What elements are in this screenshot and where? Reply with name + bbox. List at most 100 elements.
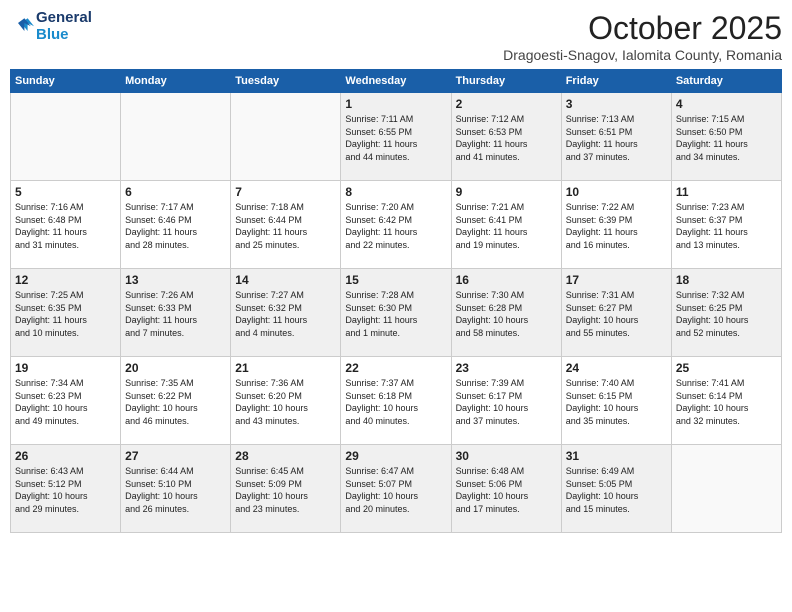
day-info: Sunrise: 7:40 AMSunset: 6:15 PMDaylight:… <box>566 377 667 427</box>
day-number: 25 <box>676 361 777 375</box>
calendar-week-row: 19 Sunrise: 7:34 AMSunset: 6:23 PMDayligh… <box>11 357 782 445</box>
day-info: Sunrise: 7:37 AMSunset: 6:18 PMDaylight:… <box>345 377 446 427</box>
day-info: Sunrise: 7:20 AMSunset: 6:42 PMDaylight:… <box>345 201 446 251</box>
calendar-week-row: 26 Sunrise: 6:43 AMSunset: 5:12 PMDayligh… <box>11 445 782 533</box>
day-number: 2 <box>456 97 557 111</box>
table-row: 25 Sunrise: 7:41 AMSunset: 6:14 PMDayligh… <box>671 357 781 445</box>
day-info: Sunrise: 6:48 AMSunset: 5:06 PMDaylight:… <box>456 465 557 515</box>
table-row: 2Sunrise: 7:12 AMSunset: 6:53 PMDaylight… <box>451 93 561 181</box>
header-wednesday: Wednesday <box>341 70 451 93</box>
day-info: Sunrise: 7:30 AMSunset: 6:28 PMDaylight:… <box>456 289 557 339</box>
day-number: 11 <box>676 185 777 199</box>
table-row: 9 Sunrise: 7:21 AMSunset: 6:41 PMDaylight… <box>451 181 561 269</box>
day-info: Sunrise: 7:21 AMSunset: 6:41 PMDaylight:… <box>456 201 557 251</box>
header-sunday: Sunday <box>11 70 121 93</box>
day-number: 30 <box>456 449 557 463</box>
table-row: 31Sunrise: 6:49 AMSunset: 5:05 PMDayligh… <box>561 445 671 533</box>
day-info: Sunrise: 6:45 AMSunset: 5:09 PMDaylight:… <box>235 465 336 515</box>
table-row: 22 Sunrise: 7:37 AMSunset: 6:18 PMDayligh… <box>341 357 451 445</box>
day-info: Sunrise: 7:15 AMSunset: 6:50 PMDaylight:… <box>676 113 777 163</box>
logo-icon <box>10 15 34 39</box>
day-info: Sunrise: 7:17 AMSunset: 6:46 PMDaylight:… <box>125 201 226 251</box>
table-row: 8 Sunrise: 7:20 AMSunset: 6:42 PMDaylight… <box>341 181 451 269</box>
month-title: October 2025 <box>503 10 782 47</box>
logo-text: General Blue <box>36 10 92 43</box>
day-info: Sunrise: 6:43 AMSunset: 5:12 PMDaylight:… <box>15 465 116 515</box>
day-number: 14 <box>235 273 336 287</box>
day-info: Sunrise: 7:11 AMSunset: 6:55 PMDaylight:… <box>345 113 446 163</box>
table-row <box>671 445 781 533</box>
day-info: Sunrise: 7:41 AMSunset: 6:14 PMDaylight:… <box>676 377 777 427</box>
day-number: 24 <box>566 361 667 375</box>
table-row: 18 Sunrise: 7:32 AMSunset: 6:25 PMDayligh… <box>671 269 781 357</box>
table-row: 10 Sunrise: 7:22 AMSunset: 6:39 PMDayligh… <box>561 181 671 269</box>
subtitle: Dragoesti-Snagov, Ialomita County, Roman… <box>503 47 782 63</box>
day-info: Sunrise: 7:28 AMSunset: 6:30 PMDaylight:… <box>345 289 446 339</box>
day-info: Sunrise: 7:26 AMSunset: 6:33 PMDaylight:… <box>125 289 226 339</box>
day-number: 18 <box>676 273 777 287</box>
table-row: 3Sunrise: 7:13 AMSunset: 6:51 PMDaylight… <box>561 93 671 181</box>
header-saturday: Saturday <box>671 70 781 93</box>
day-number: 26 <box>15 449 116 463</box>
day-info: Sunrise: 7:18 AMSunset: 6:44 PMDaylight:… <box>235 201 336 251</box>
day-info: Sunrise: 6:49 AMSunset: 5:05 PMDaylight:… <box>566 465 667 515</box>
day-number: 15 <box>345 273 446 287</box>
header-friday: Friday <box>561 70 671 93</box>
day-info: Sunrise: 6:47 AMSunset: 5:07 PMDaylight:… <box>345 465 446 515</box>
day-number: 19 <box>15 361 116 375</box>
day-number: 8 <box>345 185 446 199</box>
page: General Blue October 2025 Dragoesti-Snag… <box>0 0 792 612</box>
table-row: 24 Sunrise: 7:40 AMSunset: 6:15 PMDayligh… <box>561 357 671 445</box>
day-info: Sunrise: 7:31 AMSunset: 6:27 PMDaylight:… <box>566 289 667 339</box>
table-row <box>11 93 121 181</box>
table-row: 14 Sunrise: 7:27 AMSunset: 6:32 PMDayligh… <box>231 269 341 357</box>
day-info: Sunrise: 7:16 AMSunset: 6:48 PMDaylight:… <box>15 201 116 251</box>
table-row: 23Sunrise: 7:39 AMSunset: 6:17 PMDayligh… <box>451 357 561 445</box>
table-row: 16 Sunrise: 7:30 AMSunset: 6:28 PMDayligh… <box>451 269 561 357</box>
header-thursday: Thursday <box>451 70 561 93</box>
calendar-header-row: Sunday Monday Tuesday Wednesday Thursday… <box>11 70 782 93</box>
table-row: 17 Sunrise: 7:31 AMSunset: 6:27 PMDayligh… <box>561 269 671 357</box>
calendar-table: Sunday Monday Tuesday Wednesday Thursday… <box>10 69 782 533</box>
day-info: Sunrise: 7:25 AMSunset: 6:35 PMDaylight:… <box>15 289 116 339</box>
table-row: 12 Sunrise: 7:25 AMSunset: 6:35 PMDayligh… <box>11 269 121 357</box>
day-number: 1 <box>345 97 446 111</box>
table-row: 28 Sunrise: 6:45 AMSunset: 5:09 PMDayligh… <box>231 445 341 533</box>
day-info: Sunrise: 7:32 AMSunset: 6:25 PMDaylight:… <box>676 289 777 339</box>
logo: General Blue <box>10 10 92 43</box>
day-info: Sunrise: 7:22 AMSunset: 6:39 PMDaylight:… <box>566 201 667 251</box>
table-row: 20 Sunrise: 7:35 AMSunset: 6:22 PMDayligh… <box>121 357 231 445</box>
table-row <box>231 93 341 181</box>
table-row: 15 Sunrise: 7:28 AMSunset: 6:30 PMDayligh… <box>341 269 451 357</box>
table-row: 30 Sunrise: 6:48 AMSunset: 5:06 PMDayligh… <box>451 445 561 533</box>
calendar-week-row: 12 Sunrise: 7:25 AMSunset: 6:35 PMDayligh… <box>11 269 782 357</box>
day-number: 12 <box>15 273 116 287</box>
day-number: 20 <box>125 361 226 375</box>
table-row: 5 Sunrise: 7:16 AMSunset: 6:48 PMDaylight… <box>11 181 121 269</box>
day-info: Sunrise: 7:34 AMSunset: 6:23 PMDaylight:… <box>15 377 116 427</box>
day-number: 27 <box>125 449 226 463</box>
table-row: 1 Sunrise: 7:11 AMSunset: 6:55 PMDaylight… <box>341 93 451 181</box>
day-number: 28 <box>235 449 336 463</box>
day-number: 13 <box>125 273 226 287</box>
table-row: 27Sunrise: 6:44 AMSunset: 5:10 PMDayligh… <box>121 445 231 533</box>
day-number: 29 <box>345 449 446 463</box>
day-number: 5 <box>15 185 116 199</box>
table-row: 7Sunrise: 7:18 AMSunset: 6:44 PMDaylight… <box>231 181 341 269</box>
day-number: 4 <box>676 97 777 111</box>
title-section: October 2025 Dragoesti-Snagov, Ialomita … <box>503 10 782 63</box>
header-monday: Monday <box>121 70 231 93</box>
day-number: 16 <box>456 273 557 287</box>
day-number: 10 <box>566 185 667 199</box>
day-info: Sunrise: 7:35 AMSunset: 6:22 PMDaylight:… <box>125 377 226 427</box>
table-row <box>121 93 231 181</box>
day-info: Sunrise: 7:39 AMSunset: 6:17 PMDaylight:… <box>456 377 557 427</box>
calendar-week-row: 5 Sunrise: 7:16 AMSunset: 6:48 PMDaylight… <box>11 181 782 269</box>
table-row: 11Sunrise: 7:23 AMSunset: 6:37 PMDayligh… <box>671 181 781 269</box>
day-number: 17 <box>566 273 667 287</box>
day-number: 9 <box>456 185 557 199</box>
header: General Blue October 2025 Dragoesti-Snag… <box>10 10 782 63</box>
table-row: 13 Sunrise: 7:26 AMSunset: 6:33 PMDayligh… <box>121 269 231 357</box>
day-number: 22 <box>345 361 446 375</box>
day-info: Sunrise: 7:27 AMSunset: 6:32 PMDaylight:… <box>235 289 336 339</box>
